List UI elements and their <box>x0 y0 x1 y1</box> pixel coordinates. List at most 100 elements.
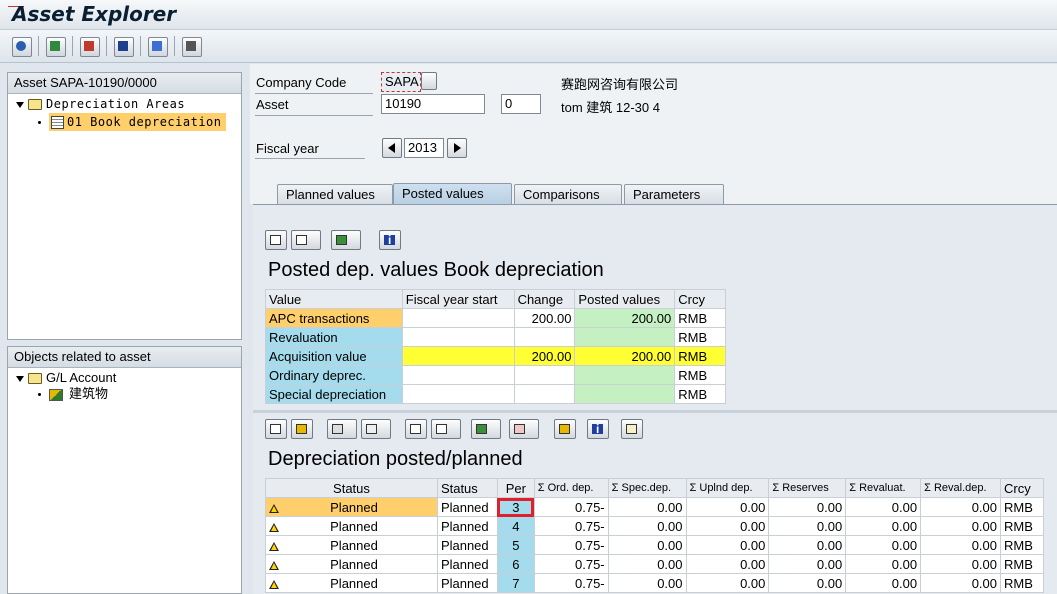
value-cell[interactable]: Acquisition value <box>265 346 403 366</box>
posted-cell[interactable] <box>574 327 676 347</box>
expand-arrow-icon[interactable] <box>16 375 24 382</box>
currency-cell[interactable]: RMB <box>1000 573 1044 593</box>
posted-cell[interactable]: 200.00 <box>574 308 676 328</box>
tab-comparisons[interactable]: Comparisons <box>514 184 622 204</box>
previous-year-button[interactable] <box>382 138 402 158</box>
fiscal-start-cell[interactable] <box>401 365 515 385</box>
reserves-cell[interactable]: 0.00 <box>768 573 847 593</box>
ord-dep-cell[interactable]: 0.75- <box>533 497 609 517</box>
table-row[interactable]: Planned Planned 5 0.75- 0.00 0.00 0.00 0… <box>265 535 1044 555</box>
revaluation-cell[interactable]: 0.00 <box>845 497 922 517</box>
table-row[interactable]: Planned Planned 6 0.75- 0.00 0.00 0.00 0… <box>265 554 1044 574</box>
export-menu-icon[interactable] <box>471 419 501 439</box>
ord-dep-cell[interactable]: 0.75- <box>533 554 609 574</box>
currency-cell[interactable]: RMB <box>674 308 726 328</box>
value-cell[interactable]: Ordinary deprec. <box>265 365 403 385</box>
currency-cell[interactable]: RMB <box>674 327 726 347</box>
column-header[interactable]: Σ Ord. dep. <box>533 478 609 498</box>
status-cell[interactable]: Planned <box>436 573 498 593</box>
column-header[interactable]: Σ Reserves <box>768 478 847 498</box>
view-menu-icon[interactable] <box>431 419 461 439</box>
save-icon[interactable] <box>46 37 66 57</box>
status-icon-cell[interactable]: Planned <box>265 573 438 593</box>
subtotal-menu-icon[interactable] <box>361 419 391 439</box>
unplnd-dep-cell[interactable]: 0.00 <box>685 535 770 555</box>
table-row[interactable]: Revaluation RMB <box>265 327 726 347</box>
currency-cell[interactable]: RMB <box>674 346 726 366</box>
column-header[interactable]: Σ Uplnd dep. <box>685 478 770 498</box>
spec-dep-cell[interactable]: 0.00 <box>607 535 687 555</box>
currency-cell[interactable]: RMB <box>1000 535 1044 555</box>
revaluation-cell[interactable]: 0.00 <box>845 516 922 536</box>
reval-dep-cell[interactable]: 0.00 <box>920 516 1001 536</box>
fiscal-year-field[interactable]: 2013 <box>404 138 444 158</box>
value-cell[interactable]: APC transactions <box>265 308 403 328</box>
details-icon[interactable] <box>265 419 287 439</box>
change-cell[interactable] <box>513 327 576 347</box>
tab-planned-values[interactable]: Planned values <box>277 184 393 204</box>
reval-dep-cell[interactable]: 0.00 <box>920 573 1001 593</box>
period-cell[interactable]: 7 <box>496 573 535 593</box>
graphic-icon[interactable] <box>554 419 576 439</box>
sum-menu-icon[interactable] <box>327 419 357 439</box>
ord-dep-cell[interactable]: 0.75- <box>533 573 609 593</box>
info-icon[interactable]: i <box>379 230 401 250</box>
filter-icon[interactable] <box>291 419 313 439</box>
print-icon[interactable] <box>405 419 427 439</box>
column-header[interactable]: Crcy <box>1000 478 1044 498</box>
column-header[interactable]: Change <box>513 289 576 309</box>
display-icon[interactable] <box>80 37 100 57</box>
expand-arrow-icon[interactable] <box>16 101 24 108</box>
reval-dep-cell[interactable]: 0.00 <box>920 554 1001 574</box>
splitter[interactable] <box>253 410 1057 413</box>
column-header[interactable]: Posted values <box>574 289 676 309</box>
change-cell[interactable]: 200.00 <box>513 346 576 366</box>
next-year-button[interactable] <box>447 138 467 158</box>
period-cell[interactable]: 5 <box>496 535 535 555</box>
spec-dep-cell[interactable]: 0.00 <box>607 497 687 517</box>
spec-dep-cell[interactable]: 0.00 <box>607 573 687 593</box>
hierarchy-icon[interactable] <box>114 37 134 57</box>
change-cell[interactable] <box>513 384 576 404</box>
unplnd-dep-cell[interactable]: 0.00 <box>685 573 770 593</box>
layout-menu-icon[interactable] <box>509 419 539 439</box>
company-code-field[interactable]: SAPA <box>381 72 421 92</box>
currency-cell[interactable]: RMB <box>674 365 726 385</box>
table-row[interactable]: Ordinary deprec. RMB <box>265 365 726 385</box>
info-icon[interactable]: i <box>587 419 609 439</box>
change-cell[interactable] <box>513 365 576 385</box>
spec-dep-cell[interactable]: 0.00 <box>607 554 687 574</box>
fiscal-start-cell[interactable] <box>401 346 515 366</box>
status-cell[interactable]: Planned <box>436 554 498 574</box>
revaluation-cell[interactable]: 0.00 <box>845 573 922 593</box>
asset-number-field[interactable]: 10190 <box>381 94 485 114</box>
reserves-cell[interactable]: 0.00 <box>768 535 847 555</box>
revaluation-cell[interactable]: 0.00 <box>845 554 922 574</box>
unplnd-dep-cell[interactable]: 0.00 <box>685 497 770 517</box>
reval-dep-cell[interactable]: 0.00 <box>920 497 1001 517</box>
currency-cell[interactable]: RMB <box>1000 554 1044 574</box>
tree-node-building[interactable]: 建筑物 <box>12 385 108 403</box>
view-menu-icon[interactable] <box>291 230 321 250</box>
documentation-icon[interactable] <box>621 419 643 439</box>
table-row[interactable]: Planned Planned 4 0.75- 0.00 0.00 0.00 0… <box>265 516 1044 536</box>
ord-dep-cell[interactable]: 0.75- <box>533 516 609 536</box>
column-header[interactable]: Crcy <box>674 289 726 309</box>
currency-cell[interactable]: RMB <box>1000 516 1044 536</box>
copy-icon[interactable] <box>421 72 437 90</box>
unplnd-dep-cell[interactable]: 0.00 <box>685 554 770 574</box>
value-cell[interactable]: Revaluation <box>265 327 403 347</box>
list-icon[interactable] <box>182 37 202 57</box>
tree-node-depreciation-areas[interactable]: Depreciation Areas <box>16 95 185 113</box>
export-menu-icon[interactable] <box>331 230 361 250</box>
tab-posted-values[interactable]: Posted values <box>393 183 512 205</box>
status-icon-cell[interactable]: Planned <box>265 535 438 555</box>
asset-subnumber-field[interactable]: 0 <box>501 94 541 114</box>
table-row[interactable]: Planned Planned 7 0.75- 0.00 0.00 0.00 0… <box>265 573 1044 593</box>
value-cell[interactable]: Special depreciation <box>265 384 403 404</box>
currency-cell[interactable]: RMB <box>674 384 726 404</box>
tab-parameters[interactable]: Parameters <box>624 184 724 204</box>
fiscal-start-cell[interactable] <box>401 327 515 347</box>
table-row[interactable]: APC transactions 200.00 200.00 RMB <box>265 308 726 328</box>
print-icon[interactable] <box>265 230 287 250</box>
